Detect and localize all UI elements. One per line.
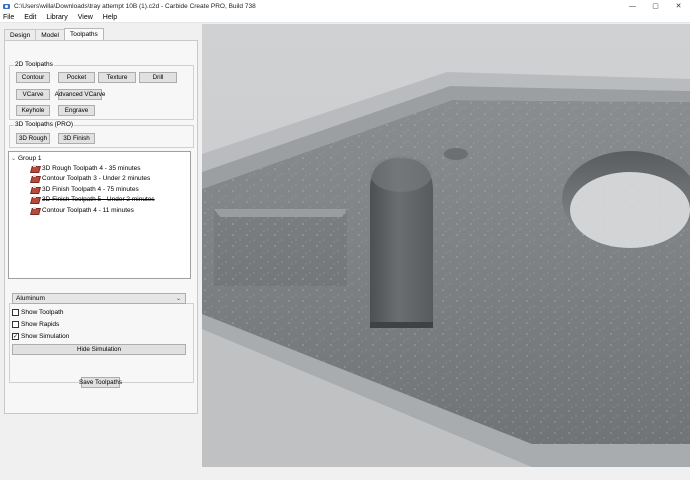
- tree-item-label: 3D Finish Toolpath 5 - Under 2 minutes: [42, 196, 155, 203]
- tree-item[interactable]: Contour Toolpath 4 - 11 minutes: [31, 205, 134, 215]
- tree-item-label: Contour Toolpath 4 - 11 minutes: [42, 206, 134, 214]
- tree-item[interactable]: Contour Toolpath 3 - Under 2 minutes: [31, 174, 150, 184]
- maximize-button[interactable]: ▢: [644, 0, 667, 12]
- menu-edit[interactable]: Edit: [24, 14, 36, 21]
- simulation-viewport[interactable]: [202, 24, 690, 467]
- group-2d-title: 2D Toolpaths: [14, 61, 54, 68]
- tree-item-label: 3D Rough Toolpath 4 - 35 minutes: [42, 164, 141, 172]
- pocket-button[interactable]: Pocket: [58, 72, 95, 83]
- contour-button[interactable]: Contour: [16, 72, 50, 83]
- tree-group-label: Group 1: [18, 154, 42, 162]
- window-controls: — ▢ ✕: [621, 0, 690, 12]
- left-panel: Design Model Toolpaths 2D Toolpaths Cont…: [0, 24, 202, 480]
- show-rapids-checkbox-row[interactable]: Show Rapids: [12, 320, 59, 329]
- simulation-render[interactable]: [202, 24, 690, 467]
- tab-model[interactable]: Model: [35, 29, 65, 40]
- 3d-finish-button[interactable]: 3D Finish: [58, 133, 95, 144]
- group-3d-title: 3D Toolpaths (PRO): [14, 121, 75, 128]
- chevron-down-icon: ⌄: [175, 296, 181, 302]
- toolpath-icon: [31, 175, 39, 182]
- show-toolpath-label: Show Toolpath: [21, 309, 64, 316]
- status-bar: [0, 467, 690, 480]
- tree-group-row[interactable]: ⌄ Group 1: [11, 153, 42, 163]
- window-title: C:\Users\willa\Downloads\tray attempt 10…: [14, 2, 256, 10]
- menu-view[interactable]: View: [78, 14, 93, 21]
- show-simulation-label: Show Simulation: [21, 333, 70, 340]
- toolpath-icon: [31, 185, 39, 193]
- material-select[interactable]: Aluminum ⌄: [12, 293, 186, 304]
- keyhole-button[interactable]: Keyhole: [16, 105, 50, 116]
- material-value: Aluminum: [16, 295, 45, 302]
- show-rapids-label: Show Rapids: [21, 321, 60, 328]
- toolpath-icon: [31, 206, 39, 214]
- toolpath-icon: [31, 164, 39, 172]
- advanced-vcarve-button[interactable]: Advanced VCarve: [55, 89, 105, 100]
- close-button[interactable]: ✕: [667, 0, 690, 12]
- menu-file[interactable]: File: [3, 14, 14, 21]
- tree-item-label: Contour Toolpath 3 - Under 2 minutes: [42, 175, 151, 182]
- tree-item[interactable]: 3D Rough Toolpath 4 - 35 minutes: [31, 163, 141, 173]
- hide-simulation-button[interactable]: Hide Simulation: [12, 344, 186, 355]
- engrave-button[interactable]: Engrave: [58, 105, 95, 116]
- show-simulation-checkbox[interactable]: ✓: [12, 333, 19, 340]
- tab-design[interactable]: Design: [4, 29, 37, 40]
- group-3d-toolpaths: 3D Toolpaths (PRO) 3D Rough 3D Finish: [9, 121, 194, 148]
- texture-button[interactable]: Texture: [98, 72, 136, 83]
- tab-toolpaths[interactable]: Toolpaths: [63, 28, 104, 40]
- drill-button[interactable]: Drill: [139, 72, 177, 83]
- title-bar: C:\Users\willa\Downloads\tray attempt 10…: [0, 0, 690, 12]
- show-simulation-checkbox-row[interactable]: ✓ Show Simulation: [12, 332, 69, 341]
- menu-library[interactable]: Library: [46, 14, 67, 21]
- show-rapids-checkbox[interactable]: [12, 321, 19, 328]
- toolpath-tree: ⌄ Group 1 3D Rough Toolpath 4 - 35 minut…: [8, 151, 191, 279]
- chevron-down-icon[interactable]: ⌄: [11, 155, 18, 162]
- tree-item-label: 3D Finish Toolpath 4 - 75 minutes: [42, 185, 139, 193]
- menu-bar: File Edit Library View Help: [0, 12, 690, 23]
- minimize-button[interactable]: —: [621, 0, 644, 12]
- menu-help[interactable]: Help: [103, 14, 117, 21]
- show-toolpath-checkbox[interactable]: [12, 309, 19, 316]
- show-toolpath-checkbox-row[interactable]: Show Toolpath: [12, 308, 64, 317]
- group-2d-toolpaths: 2D Toolpaths Contour Pocket Texture Dril…: [9, 61, 194, 120]
- tree-item[interactable]: 3D Finish Toolpath 4 - 75 minutes: [31, 184, 139, 194]
- app-logo-icon: [3, 3, 10, 10]
- save-toolpaths-button[interactable]: Save Toolpaths: [79, 377, 122, 388]
- tab-bar: Design Model Toolpaths: [4, 28, 104, 40]
- 3d-rough-button[interactable]: 3D Rough: [16, 133, 50, 144]
- tree-item-disabled[interactable]: 3D Finish Toolpath 5 - Under 2 minutes: [31, 195, 155, 205]
- toolpath-icon: [31, 196, 39, 203]
- vcarve-button[interactable]: VCarve: [16, 89, 50, 100]
